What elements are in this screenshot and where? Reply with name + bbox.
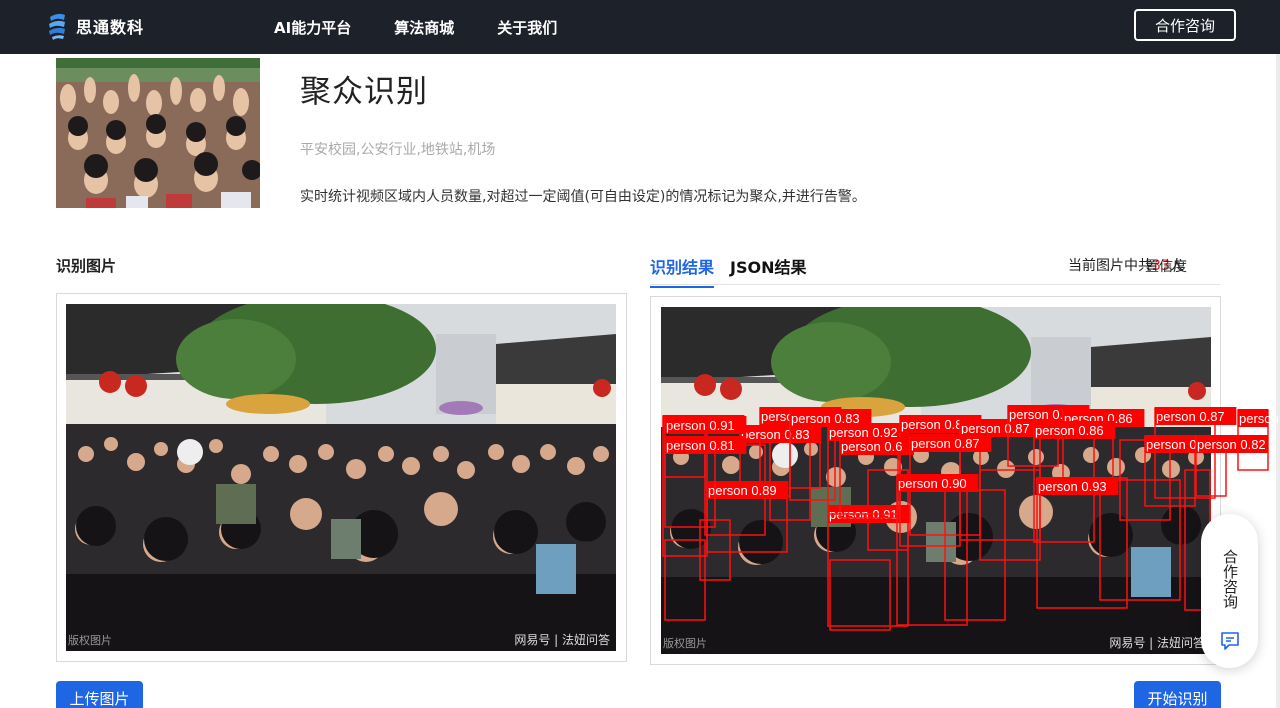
- tab-divider: [650, 284, 1220, 285]
- page-scrollbar[interactable]: [1276, 54, 1280, 708]
- top-nav-bar: 思通数科 AI能力平台 算法商城 关于我们 合作咨询: [0, 0, 1280, 54]
- nav-item-algorithm-store[interactable]: 算法商城: [394, 17, 454, 38]
- upload-image-button[interactable]: 上传图片: [56, 681, 143, 708]
- input-source-credit: 网易号 | 法妞问答: [514, 633, 610, 647]
- tab-json-result[interactable]: JSON结果: [730, 254, 806, 288]
- brand-name: 思通数科: [76, 18, 145, 37]
- input-image: 版权图片 网易号 | 法妞问答: [66, 304, 616, 651]
- feature-description: 实时统计视频区域内人员数量,对超过一定阈值(可自由设定)的情况标记为聚众,并进行…: [300, 189, 866, 205]
- result-image: 版权图片 网易号 | 法妞问答: [661, 307, 1211, 654]
- result-source-credit: 网易号 | 法妞问答: [1109, 636, 1205, 650]
- input-image-label: 识别图片: [56, 257, 117, 275]
- result-tabs: 识别结果 JSON结果: [650, 254, 823, 288]
- input-watermark: 版权图片: [68, 634, 112, 647]
- floating-consult-label[interactable]: 合作咨询: [1201, 536, 1258, 622]
- nav-item-ai-platform[interactable]: AI能力平台: [274, 17, 351, 38]
- tab-recognition-result[interactable]: 识别结果: [650, 254, 715, 288]
- consult-button[interactable]: 合作咨询: [1134, 9, 1236, 41]
- start-recognition-button[interactable]: 开始识别: [1134, 681, 1221, 708]
- hero-crowd-image: [56, 58, 260, 208]
- chat-icon[interactable]: [1220, 632, 1240, 650]
- result-watermark: 版权图片: [663, 637, 707, 650]
- page-title: 聚众识别: [300, 74, 428, 110]
- floating-consult-widget[interactable]: 合作咨询: [1201, 514, 1258, 668]
- nav-item-about-us[interactable]: 关于我们: [497, 17, 557, 38]
- confidence-label: 置信度: [1145, 259, 1187, 275]
- scenario-tags: 平安校园,公安行业,地铁站,机场: [300, 142, 496, 158]
- brand-logo[interactable]: 思通数科: [46, 11, 144, 41]
- main-nav: AI能力平台 算法商城 关于我们: [274, 0, 600, 54]
- logo-icon: [49, 13, 65, 40]
- count-prefix: 当前图片中共: [1068, 258, 1152, 274]
